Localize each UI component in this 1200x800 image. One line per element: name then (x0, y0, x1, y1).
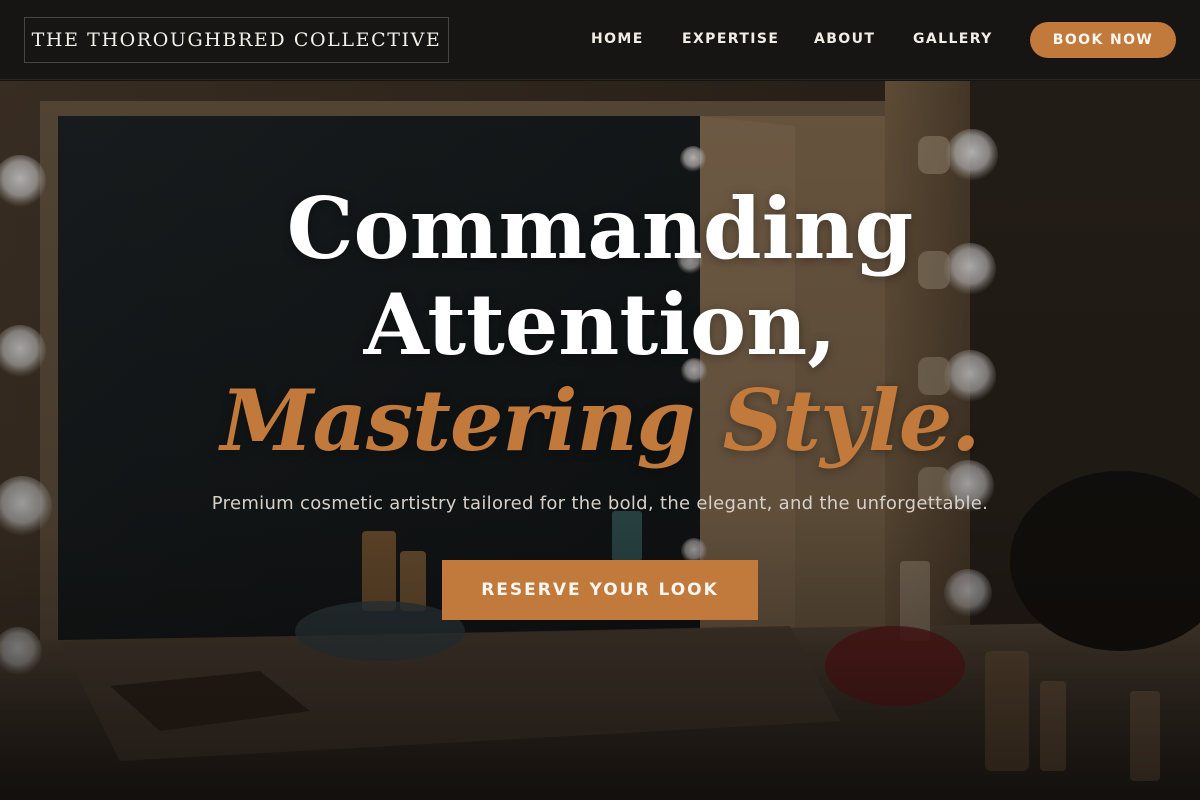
main-nav: HOME EXPERTISE ABOUT GALLERY (0, 0, 1200, 80)
hero-content: Commanding Attention, Mastering Style. P… (0, 81, 1200, 800)
nav-expertise-link[interactable]: EXPERTISE (682, 31, 779, 47)
book-now-button[interactable]: BOOK NOW (1030, 22, 1176, 58)
hero-headline-line2: Attention, (363, 275, 837, 374)
site-header: THE THOROUGHBRED COLLECTIVE HOME EXPERTI… (0, 0, 1200, 80)
hero-section: Commanding Attention, Mastering Style. P… (0, 81, 1200, 800)
hero-headline-line1: Commanding (286, 179, 914, 278)
nav-about-link[interactable]: ABOUT (814, 31, 875, 47)
nav-home-link[interactable]: HOME (591, 31, 644, 47)
nav-gallery-link[interactable]: GALLERY (913, 31, 993, 47)
hero-tagline: Premium cosmetic artistry tailored for t… (211, 493, 989, 514)
hero-headline-accent: Mastering Style. (220, 371, 980, 470)
reserve-look-button[interactable]: RESERVE YOUR LOOK (442, 560, 758, 620)
